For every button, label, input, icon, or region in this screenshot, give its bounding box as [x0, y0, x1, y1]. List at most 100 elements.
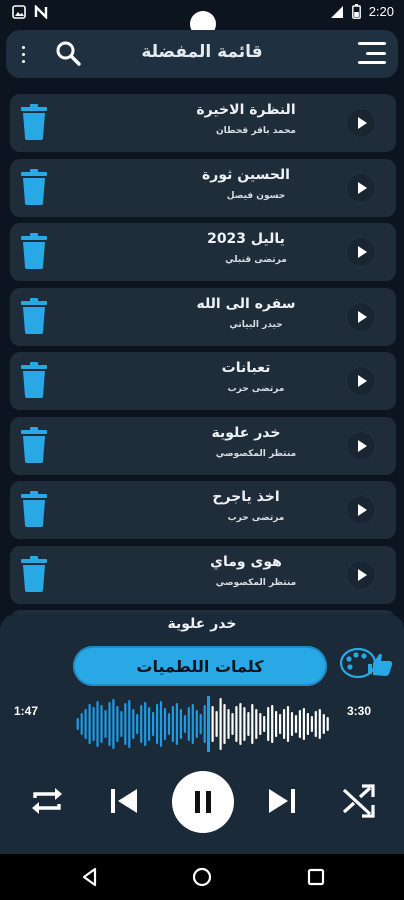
status-bar: 2:20: [0, 0, 404, 37]
favorites-list: النظرة الاخيرة محمد باقر قحطان الحسين ثورة…: [0, 84, 404, 614]
list-item[interactable]: الحسين ثورة حسون فيصل: [10, 158, 396, 217]
artist-name: محمد باقر قحطان: [215, 126, 296, 136]
waveform-bar: [251, 704, 254, 744]
waveform-bar: [219, 698, 222, 750]
waveform-bar: [76, 718, 79, 730]
pause-icon: [195, 791, 211, 813]
waveform-bar: [302, 708, 305, 740]
playhead[interactable]: [207, 696, 210, 752]
palette-icon[interactable]: [338, 644, 396, 680]
waveform-bar: [255, 709, 258, 739]
pause-button[interactable]: [172, 771, 234, 833]
list-item[interactable]: ياليل 2023 مرتضى قنبلي: [10, 223, 396, 281]
waveform-bar: [140, 705, 143, 743]
waveform-bar: [191, 704, 194, 744]
trash-icon[interactable]: [20, 362, 48, 398]
trash-icon[interactable]: [20, 426, 48, 463]
trash-icon[interactable]: [20, 555, 48, 592]
photo-notification-icon: [12, 5, 26, 19]
app-bar: قائمة المفضلة: [6, 30, 398, 78]
waveform-bar: [267, 707, 270, 741]
artist-name: حسون فيصل: [226, 190, 286, 201]
battery-icon: [351, 4, 361, 19]
waveform-bar: [290, 712, 294, 736]
waveform-bar: [231, 713, 234, 735]
waveform-bar: [152, 712, 155, 736]
artist-name: منتظر المكصوصي: [215, 577, 297, 588]
artist-name: منتظر المكصوصي: [215, 448, 297, 459]
waveform-bar: [243, 707, 246, 741]
waveform-bar: [227, 709, 230, 739]
song-title: سفره الى الله: [196, 295, 296, 312]
player-panel: خدر علوية كلمات اللطميات 1:47 3:30: [0, 614, 404, 854]
play-button[interactable]: [346, 366, 376, 396]
waveform-bar: [96, 701, 99, 747]
trash-icon[interactable]: [20, 233, 48, 269]
play-button[interactable]: [346, 495, 376, 525]
waveform-bar: [306, 713, 309, 735]
trash-icon[interactable]: [20, 297, 48, 334]
artist-name: مرتضى قنبلي: [225, 255, 287, 265]
waveform-bar: [223, 704, 226, 744]
list-item[interactable]: النظرة الاخيرة محمد باقر قحطان: [10, 94, 396, 152]
waveform-bar: [104, 710, 107, 738]
waveform-bar: [84, 709, 87, 739]
current-time: 1:47: [14, 704, 39, 718]
waveform-bar: [203, 705, 206, 743]
artist-name: مرتضى حرب: [227, 513, 285, 523]
waveform-bar: [310, 716, 313, 732]
play-button[interactable]: [346, 237, 376, 267]
trash-icon[interactable]: [20, 168, 48, 205]
repeat-icon[interactable]: [28, 782, 66, 820]
waveform-bar: [88, 704, 91, 744]
play-button[interactable]: [346, 430, 376, 461]
trash-icon[interactable]: [20, 491, 48, 527]
waveform-bar: [80, 713, 83, 735]
waveform-bar: [199, 714, 202, 734]
waveform-bar: [318, 709, 321, 739]
trash-icon[interactable]: [20, 104, 48, 140]
lyrics-button[interactable]: كلمات اللطميات: [73, 646, 327, 686]
waveform-bar: [163, 708, 167, 740]
app-notification-icon: [34, 5, 48, 19]
waveform-bar: [148, 707, 151, 741]
list-item[interactable]: اخذ ياجرح مرتضى حرب: [10, 481, 396, 539]
play-icon: [358, 568, 367, 581]
list-item[interactable]: سفره الى الله حيدر البياتي: [10, 287, 396, 346]
waveform-bar: [92, 707, 95, 741]
waveform-bar: [235, 706, 238, 742]
waveform-bar: [263, 716, 266, 732]
waveform-bar: [132, 709, 135, 739]
waveform-bar: [286, 706, 290, 742]
list-item[interactable]: خدر علوية منتظر المكصوصي: [10, 416, 396, 475]
hamburger-icon[interactable]: [358, 42, 386, 64]
waveform-bar: [247, 712, 250, 736]
nav-back-icon[interactable]: [77, 864, 103, 890]
song-title: هوى وماي: [210, 553, 282, 570]
shuffle-icon[interactable]: [340, 782, 378, 820]
waveform-bar: [259, 713, 262, 735]
skip-previous-icon[interactable]: [108, 784, 140, 818]
waveform-bar: [159, 701, 163, 747]
song-title: خدر علوية: [211, 424, 281, 441]
system-nav-bar: [0, 854, 404, 900]
list-item[interactable]: هوى وماي منتظر المكصوصي: [10, 545, 396, 604]
waveform-bar: [120, 711, 123, 737]
waveform-bar: [271, 705, 274, 743]
play-button[interactable]: [346, 172, 376, 203]
play-button[interactable]: [346, 301, 376, 332]
song-title: النظرة الاخيرة: [196, 102, 296, 118]
list-item[interactable]: تعبانات مرتضى حرب: [10, 352, 396, 410]
skip-next-icon[interactable]: [266, 784, 298, 818]
nav-recents-icon[interactable]: [303, 864, 329, 890]
page-title: قائمة المفضلة: [141, 42, 263, 62]
waveform-bar: [100, 705, 103, 743]
waveform-seekbar[interactable]: [76, 696, 330, 752]
waveform-bar: [275, 711, 278, 737]
play-button[interactable]: [346, 559, 376, 590]
nav-home-icon[interactable]: [189, 864, 215, 890]
signal-icon: [330, 5, 343, 18]
waveform-bar: [108, 702, 111, 746]
play-button[interactable]: [346, 108, 376, 138]
waveform-bar: [171, 706, 174, 742]
